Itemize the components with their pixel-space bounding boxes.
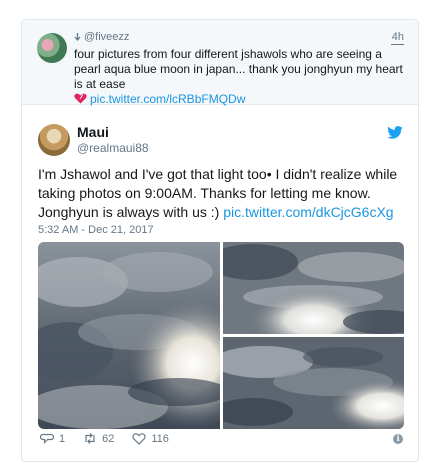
quoted-time[interactable]: 4h [392, 31, 404, 43]
quoted-time-underline [391, 44, 404, 45]
info-icon[interactable] [393, 433, 403, 444]
quoted-handle[interactable]: @fiveezz [84, 31, 129, 43]
tweet-actions: 1 62 116 [40, 432, 187, 445]
quoted-avatar[interactable] [37, 33, 67, 63]
author-handle[interactable]: @realmaui88 [77, 141, 149, 155]
arrow-down-icon [74, 32, 81, 41]
quoted-link[interactable]: pic.twitter.com/lcRBbFMQDw [90, 92, 245, 106]
quoted-handle-row: @fiveezz [74, 31, 129, 43]
photo-grid [38, 242, 404, 429]
photo-2[interactable] [223, 242, 404, 334]
tweet-text: I'm Jshawol and I've got that light too•… [38, 165, 413, 222]
tweet-link[interactable]: pic.twitter.com/dkCjcG6cXg [223, 204, 393, 220]
embedded-tweet-card: @fiveezz 4h four pictures from four diff… [21, 19, 419, 462]
photo-1[interactable] [38, 242, 220, 429]
twitter-bird-icon[interactable] [387, 126, 403, 139]
like-button[interactable]: 116 [132, 432, 169, 445]
author-avatar[interactable] [38, 124, 70, 156]
quoted-text: four pictures from four different jshawo… [74, 47, 409, 107]
retweet-count: 62 [102, 432, 115, 445]
like-count: 116 [151, 432, 169, 445]
photo-3[interactable] [223, 337, 404, 429]
heart-outline-icon [132, 433, 146, 445]
heart-icon [74, 93, 87, 104]
tweet-timestamp[interactable]: 5:32 AM - Dec 21, 2017 [38, 224, 154, 236]
reply-button[interactable]: 1 [40, 432, 65, 445]
author-name[interactable]: Maui [77, 124, 109, 140]
quoted-tweet[interactable]: @fiveezz 4h four pictures from four diff… [22, 20, 418, 107]
retweet-icon [85, 433, 95, 444]
quoted-body: four pictures from four different jshawo… [74, 47, 403, 91]
reply-icon [40, 433, 54, 444]
retweet-button[interactable]: 62 [83, 432, 114, 445]
reply-count: 1 [59, 432, 66, 445]
